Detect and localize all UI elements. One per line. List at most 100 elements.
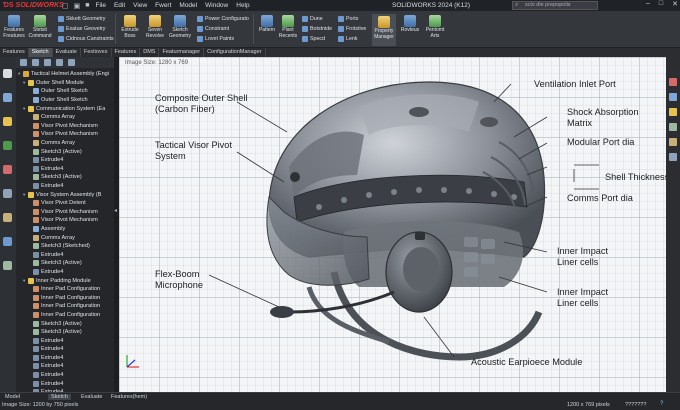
tree-item[interactable]: Visor Pivot Detent (16, 199, 114, 208)
tab-features-2[interactable]: Features (112, 48, 141, 57)
tree-item[interactable]: Visor Pivot Mechanism (16, 216, 114, 225)
dune-item[interactable]: Dune (302, 16, 323, 22)
constraints-item[interactable]: Cidnous Canstraints (58, 36, 114, 42)
tree-item[interactable]: Extrude4 (16, 371, 114, 380)
menu-help[interactable]: Help (236, 2, 249, 9)
feature-geometry-item[interactable]: Exatue Geovetry (58, 26, 105, 32)
menu-edit[interactable]: Edit (114, 2, 125, 9)
maximize-icon[interactable]: □ (659, 0, 663, 8)
tree-item[interactable]: Visor Pivot Mechanism (16, 122, 114, 131)
expand-toggle-icon[interactable]: ▾ (23, 278, 27, 284)
tab-configurationmanager[interactable]: ConfigurationManager (204, 48, 266, 57)
tree-filter-icon[interactable] (20, 59, 27, 66)
botstnide-item[interactable]: Botstnide (302, 26, 332, 32)
tree-item[interactable]: Assembly (16, 225, 114, 234)
frotstive-item[interactable]: Frotstive (338, 26, 366, 32)
custom-properties-icon[interactable] (669, 153, 677, 161)
constraint-item[interactable]: Constraint (197, 26, 229, 32)
tree-item[interactable]: Comms Array (16, 139, 114, 148)
tree-item[interactable]: ▾ Communication System (Ea (16, 104, 114, 113)
new-icon[interactable]: ▢ (62, 2, 69, 10)
tab-evaluate[interactable]: Evaluate (53, 48, 81, 57)
tree-item[interactable]: Extrude4 (16, 268, 114, 277)
tree-item[interactable]: Inner Pad Configuration (16, 302, 114, 311)
tree-item[interactable]: Extrude4 (16, 165, 114, 174)
tab-features[interactable]: Features (0, 48, 29, 57)
propertymanager-icon[interactable] (3, 93, 12, 102)
status-units[interactable]: ??????? (625, 402, 646, 408)
resources-icon[interactable] (669, 78, 677, 86)
expand-toggle-icon[interactable]: ▾ (23, 80, 27, 86)
link-item[interactable]: Lenk (338, 36, 358, 42)
dimxpert-icon[interactable] (3, 141, 12, 150)
tree-item[interactable]: ▾ Outer Shell Module (16, 79, 114, 88)
ports-item[interactable]: Ports (338, 16, 358, 22)
bottom-tab-sketch[interactable]: Sketch (48, 394, 71, 400)
tree-item[interactable]: Extrude4 (16, 182, 114, 191)
features-button[interactable]: Features Freatures (2, 15, 26, 39)
open-icon[interactable]: ▣ (74, 2, 81, 10)
revolve-button[interactable]: Seven Revolve (143, 15, 167, 39)
save-icon[interactable]: ■ (85, 2, 89, 9)
tab-festioves[interactable]: Festioves (81, 48, 112, 57)
appearances-icon[interactable] (669, 138, 677, 146)
menu-view[interactable]: View (133, 2, 147, 9)
tree-item[interactable]: Comms Array (16, 233, 114, 242)
close-icon[interactable]: ✕ (672, 0, 678, 8)
design-library-icon[interactable] (669, 93, 677, 101)
sketch-command-button[interactable]: Stetsit Command (28, 15, 52, 39)
specd-item[interactable]: Specd (302, 36, 325, 42)
tab-sketch[interactable]: Sketch (28, 48, 53, 57)
expand-toggle-icon[interactable]: ▾ (23, 192, 27, 198)
tab-featuremanager[interactable]: Featurmanager (159, 48, 205, 57)
tree-item[interactable]: Inner Pad Configuration (16, 293, 114, 302)
tree-item[interactable]: Visor Pivot Mechanism (16, 208, 114, 217)
tree-item[interactable]: Inner Pad Configuration (16, 311, 114, 320)
bottom-tab-model[interactable]: Model (2, 394, 23, 400)
tree-item[interactable]: Sketch3 (Active) (16, 173, 114, 182)
menu-window[interactable]: Window (205, 2, 228, 9)
graphics-viewport[interactable]: Image Size: 1280 x 769 Composite Outer S… (119, 57, 666, 397)
view-palette-icon[interactable] (669, 123, 677, 131)
expand-toggle-icon[interactable]: ▾ (23, 106, 27, 112)
tree-item[interactable]: ▾ Tactical Helmet Assembly (Engi (16, 70, 114, 79)
tree-item[interactable]: Sketch3 (Active) (16, 147, 114, 156)
tree-item[interactable]: Visor Pivot Mechanism (16, 130, 114, 139)
menu-file[interactable]: File (95, 2, 105, 9)
tree-item[interactable]: Inner Pad Configuration (16, 285, 114, 294)
sketch-geometry-item[interactable]: Skkett Geometry (58, 16, 105, 22)
collapse-arrow-icon[interactable]: ◂ (114, 207, 117, 214)
sensor-icon[interactable] (3, 237, 12, 246)
sketch-geometry-button[interactable]: Sketch Geometry (168, 15, 192, 39)
tree-item[interactable]: ▾ Visor System Assembly (B (16, 190, 114, 199)
tree-item[interactable]: Extrude4 (16, 379, 114, 388)
help-icon[interactable]: ? (660, 401, 663, 407)
expand-toggle-icon[interactable]: ▾ (18, 71, 22, 77)
tree-item[interactable]: Extrude4 (16, 156, 114, 165)
tree-item[interactable]: Outer Shell Sketch (16, 96, 114, 105)
menu-insert[interactable]: Fwert (155, 2, 171, 9)
tree-item[interactable]: Extrude4 (16, 354, 114, 363)
tree-item[interactable]: Extrude4 (16, 362, 114, 371)
bottom-tab-evaluate[interactable]: Evaluate (78, 394, 105, 400)
filter-icon[interactable] (3, 189, 12, 198)
tree-display-icon[interactable] (56, 59, 63, 66)
display-icon[interactable] (3, 165, 12, 174)
tree-item[interactable]: Extrude4 (16, 336, 114, 345)
tree-item[interactable]: Extrude4 (16, 250, 114, 259)
property-manager-button[interactable]: Property Manager (372, 14, 396, 46)
extrude-boss-button[interactable]: Extrude Boss (118, 15, 142, 39)
bottom-tab-features[interactable]: Features(hem) (108, 394, 150, 400)
solidworks-logo[interactable]: ƊS SOLIDWORKS (0, 2, 64, 9)
menu-model[interactable]: Model (179, 2, 197, 9)
annotation-icon[interactable] (3, 261, 12, 270)
featuremanager-icon[interactable] (3, 69, 12, 78)
mates-icon[interactable] (3, 213, 12, 222)
tree-item[interactable]: Sketch3 (Active) (16, 319, 114, 328)
tree-expand-icon[interactable] (68, 59, 75, 66)
plant-recents-button[interactable]: Plant Recents (276, 15, 300, 39)
pentomt-arts-button[interactable]: Pentomt Arts (423, 15, 447, 39)
power-configurator-item[interactable]: Power Configurato (197, 16, 249, 22)
tree-item[interactable]: Sketch3 (Active) (16, 328, 114, 337)
tree-config-icon[interactable] (44, 59, 51, 66)
